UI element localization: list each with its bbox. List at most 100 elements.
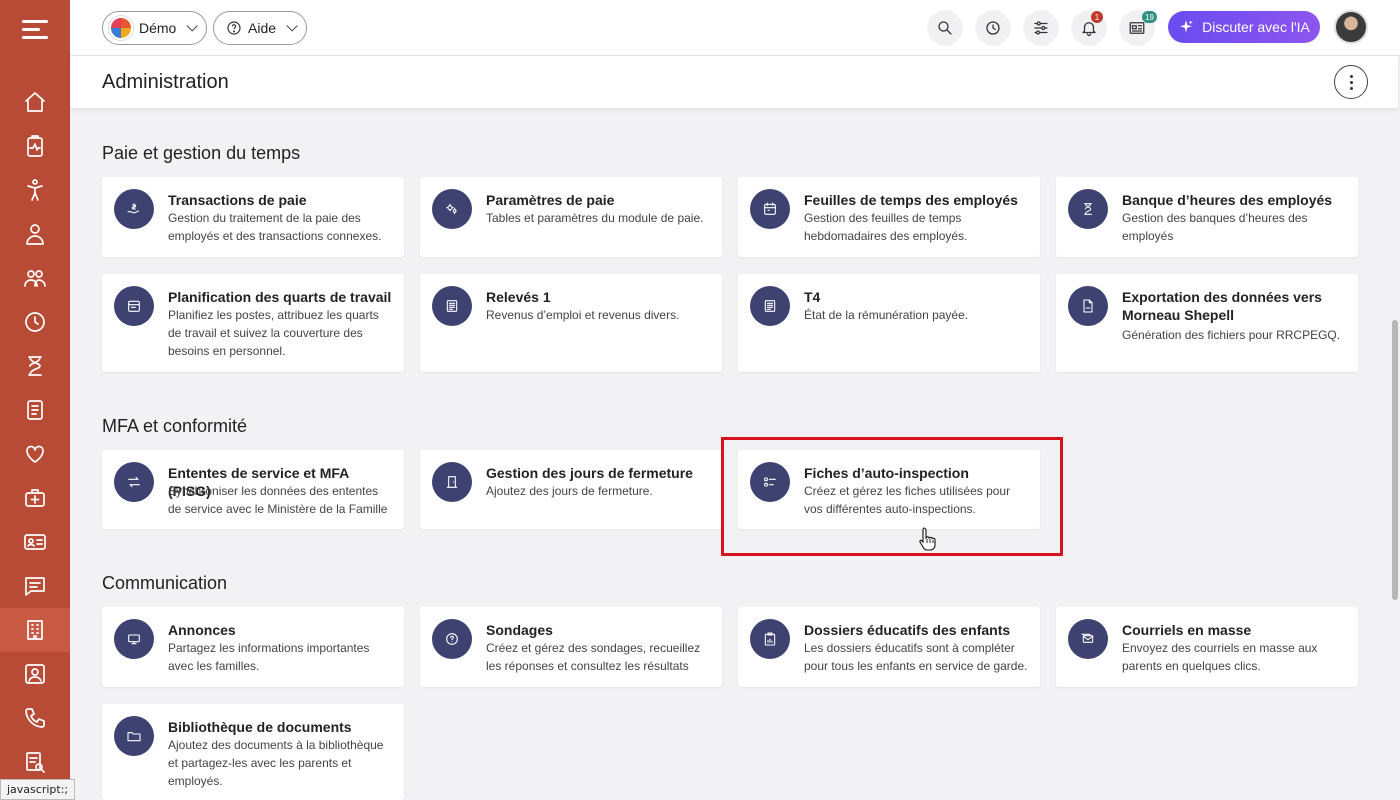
top-bar: Démo Aide 1 19 Discuter avec l'IA bbox=[70, 0, 1400, 56]
filters-button[interactable] bbox=[1023, 10, 1059, 46]
sidebar-item-staff[interactable] bbox=[0, 214, 70, 254]
history-icon bbox=[986, 21, 1000, 35]
ai-chat-label: Discuter avec l'IA bbox=[1202, 19, 1310, 35]
history-button[interactable] bbox=[975, 10, 1011, 46]
sidebar-item-billing[interactable] bbox=[0, 390, 70, 430]
card-t4[interactable]: T4 État de la rémunération payée. bbox=[738, 274, 1040, 372]
report-icon bbox=[750, 619, 790, 659]
more-options-button[interactable] bbox=[1334, 65, 1368, 99]
sidebar-item-medical[interactable] bbox=[0, 478, 70, 518]
demo-label: Démo bbox=[139, 20, 177, 36]
card-ententes[interactable]: Ententes de service et MFA (PISG) Synchr… bbox=[102, 450, 404, 529]
card-title: Gestion des jours de fermeture bbox=[486, 465, 693, 481]
sidebar-item-time[interactable] bbox=[0, 302, 70, 342]
link-status-bar: javascript:; bbox=[0, 779, 76, 800]
page-header: Administration bbox=[70, 56, 1398, 108]
group-icon bbox=[24, 270, 46, 287]
hand-cursor-icon bbox=[919, 527, 936, 551]
card-parametres[interactable]: Paramètres de paie Tables et paramètres … bbox=[420, 177, 722, 257]
page-title: Administration bbox=[102, 71, 229, 93]
sidebar-item-home[interactable] bbox=[0, 82, 70, 122]
home-icon bbox=[25, 92, 45, 112]
card-banque-heures[interactable]: Banque d’heures des employés Gestion des… bbox=[1056, 177, 1358, 257]
card-description: Les dossiers éducatifs sont à compléter … bbox=[804, 641, 1028, 673]
invoice-icon bbox=[27, 400, 43, 420]
card-description: Envoyez des courriels en masse aux paren… bbox=[1122, 641, 1318, 673]
id-card-icon bbox=[24, 534, 46, 550]
sidebar-item-calls[interactable] bbox=[0, 698, 70, 738]
building-icon bbox=[27, 620, 43, 640]
card-title: Courriels en masse bbox=[1122, 622, 1252, 638]
card-annonces[interactable]: Annonces Partagez les informations impor… bbox=[102, 607, 404, 687]
card-description: Synchroniser les données des ententes de… bbox=[168, 484, 388, 516]
news-button[interactable]: 19 bbox=[1119, 10, 1157, 46]
sidebar-item-cards[interactable] bbox=[0, 522, 70, 562]
card-description: État de la rémunération payée. bbox=[804, 308, 969, 322]
schedule-icon bbox=[114, 286, 154, 326]
sidebar-item-children[interactable] bbox=[0, 170, 70, 210]
news-count-badge: 19 bbox=[1142, 11, 1157, 23]
ai-chat-button[interactable]: Discuter avec l'IA bbox=[1168, 11, 1320, 43]
mass-mail-icon bbox=[1068, 619, 1108, 659]
card-title: Sondages bbox=[486, 622, 553, 638]
scrollbar-thumb[interactable] bbox=[1392, 320, 1398, 600]
highlight-box bbox=[721, 437, 1063, 556]
section-title-communication: Communication bbox=[102, 573, 228, 593]
card-title: Annonces bbox=[168, 622, 236, 638]
card-releves[interactable]: Relevés 1 Revenus d’emploi et revenus di… bbox=[420, 274, 722, 372]
document-icon bbox=[750, 286, 790, 326]
help-label: Aide bbox=[248, 20, 277, 36]
card-bibliotheque[interactable]: Bibliothèque de documents Ajoutez des do… bbox=[102, 704, 404, 800]
section-title-compliance: MFA et conformité bbox=[102, 416, 248, 436]
gears-icon bbox=[432, 189, 472, 229]
card-title: Relevés 1 bbox=[486, 289, 551, 305]
notifications-button[interactable]: 1 bbox=[1071, 10, 1107, 46]
demo-selector[interactable]: Démo bbox=[102, 11, 208, 45]
card-description: Gestion du traitement de la paie des emp… bbox=[168, 211, 382, 243]
sync-arrows-icon bbox=[114, 462, 154, 502]
search-icon bbox=[938, 21, 952, 35]
sidebar-item-hours[interactable] bbox=[0, 346, 70, 386]
document-icon bbox=[432, 286, 472, 326]
menu-icon[interactable] bbox=[22, 20, 48, 40]
card-feuilles-de-temps[interactable]: Feuilles de temps des employés Gestion d… bbox=[738, 177, 1040, 257]
hourglass-icon bbox=[28, 356, 42, 376]
card-planification[interactable]: Planification des quarts de travail Plan… bbox=[102, 274, 404, 372]
sparkle-icon bbox=[1180, 20, 1193, 33]
card-exportation[interactable]: Exportation des données vers Morneau She… bbox=[1056, 274, 1358, 372]
vertical-scrollbar[interactable] bbox=[1390, 108, 1400, 800]
card-description: Gestion des feuilles de temps hebdomadai… bbox=[804, 211, 968, 243]
sidebar bbox=[0, 0, 70, 800]
section-title-payroll: Paie et gestion du temps bbox=[102, 143, 301, 163]
card-title: Planification des quarts de travail bbox=[168, 289, 392, 305]
monitor-icon bbox=[114, 619, 154, 659]
card-transactions[interactable]: Transactions de paie Gestion du traiteme… bbox=[102, 177, 404, 257]
card-description: Revenus d’emploi et revenus divers. bbox=[486, 308, 680, 322]
first-aid-icon bbox=[25, 489, 45, 507]
card-sondages[interactable]: Sondages Créez et gérez des sondages, re… bbox=[420, 607, 722, 687]
sidebar-item-favorites[interactable] bbox=[0, 434, 70, 474]
card-description: Planifiez les postes, attribuez les quar… bbox=[168, 308, 379, 358]
card-title: Bibliothèque de documents bbox=[168, 719, 352, 735]
sidebar-item-families[interactable] bbox=[0, 258, 70, 298]
door-icon bbox=[432, 462, 472, 502]
search-button[interactable] bbox=[927, 10, 963, 46]
organization-logo-icon bbox=[109, 16, 133, 40]
card-title: Transactions de paie bbox=[168, 192, 307, 208]
sidebar-item-portal[interactable] bbox=[0, 654, 70, 694]
card-jours-fermeture[interactable]: Gestion des jours de fermeture Ajoutez d… bbox=[420, 450, 722, 529]
sidebar-item-messages[interactable] bbox=[0, 566, 70, 606]
card-courriels-masse[interactable]: Courriels en masse Envoyez des courriels… bbox=[1056, 607, 1358, 687]
calendar-icon bbox=[750, 189, 790, 229]
sidebar-item-health[interactable] bbox=[0, 126, 70, 166]
notification-count-badge: 1 bbox=[1091, 11, 1103, 23]
payroll-hand-icon bbox=[114, 189, 154, 229]
hourglass-icon bbox=[1068, 189, 1108, 229]
sidebar-item-reports[interactable] bbox=[0, 742, 70, 782]
help-menu[interactable]: Aide bbox=[213, 11, 308, 45]
user-avatar[interactable] bbox=[1334, 10, 1368, 44]
sidebar-item-administration[interactable] bbox=[0, 608, 70, 652]
clock-icon bbox=[25, 312, 45, 332]
card-dossiers-educatifs[interactable]: Dossiers éducatifs des enfants Les dossi… bbox=[738, 607, 1040, 687]
card-description: Gestion des banques d’heures des employé… bbox=[1122, 211, 1308, 243]
